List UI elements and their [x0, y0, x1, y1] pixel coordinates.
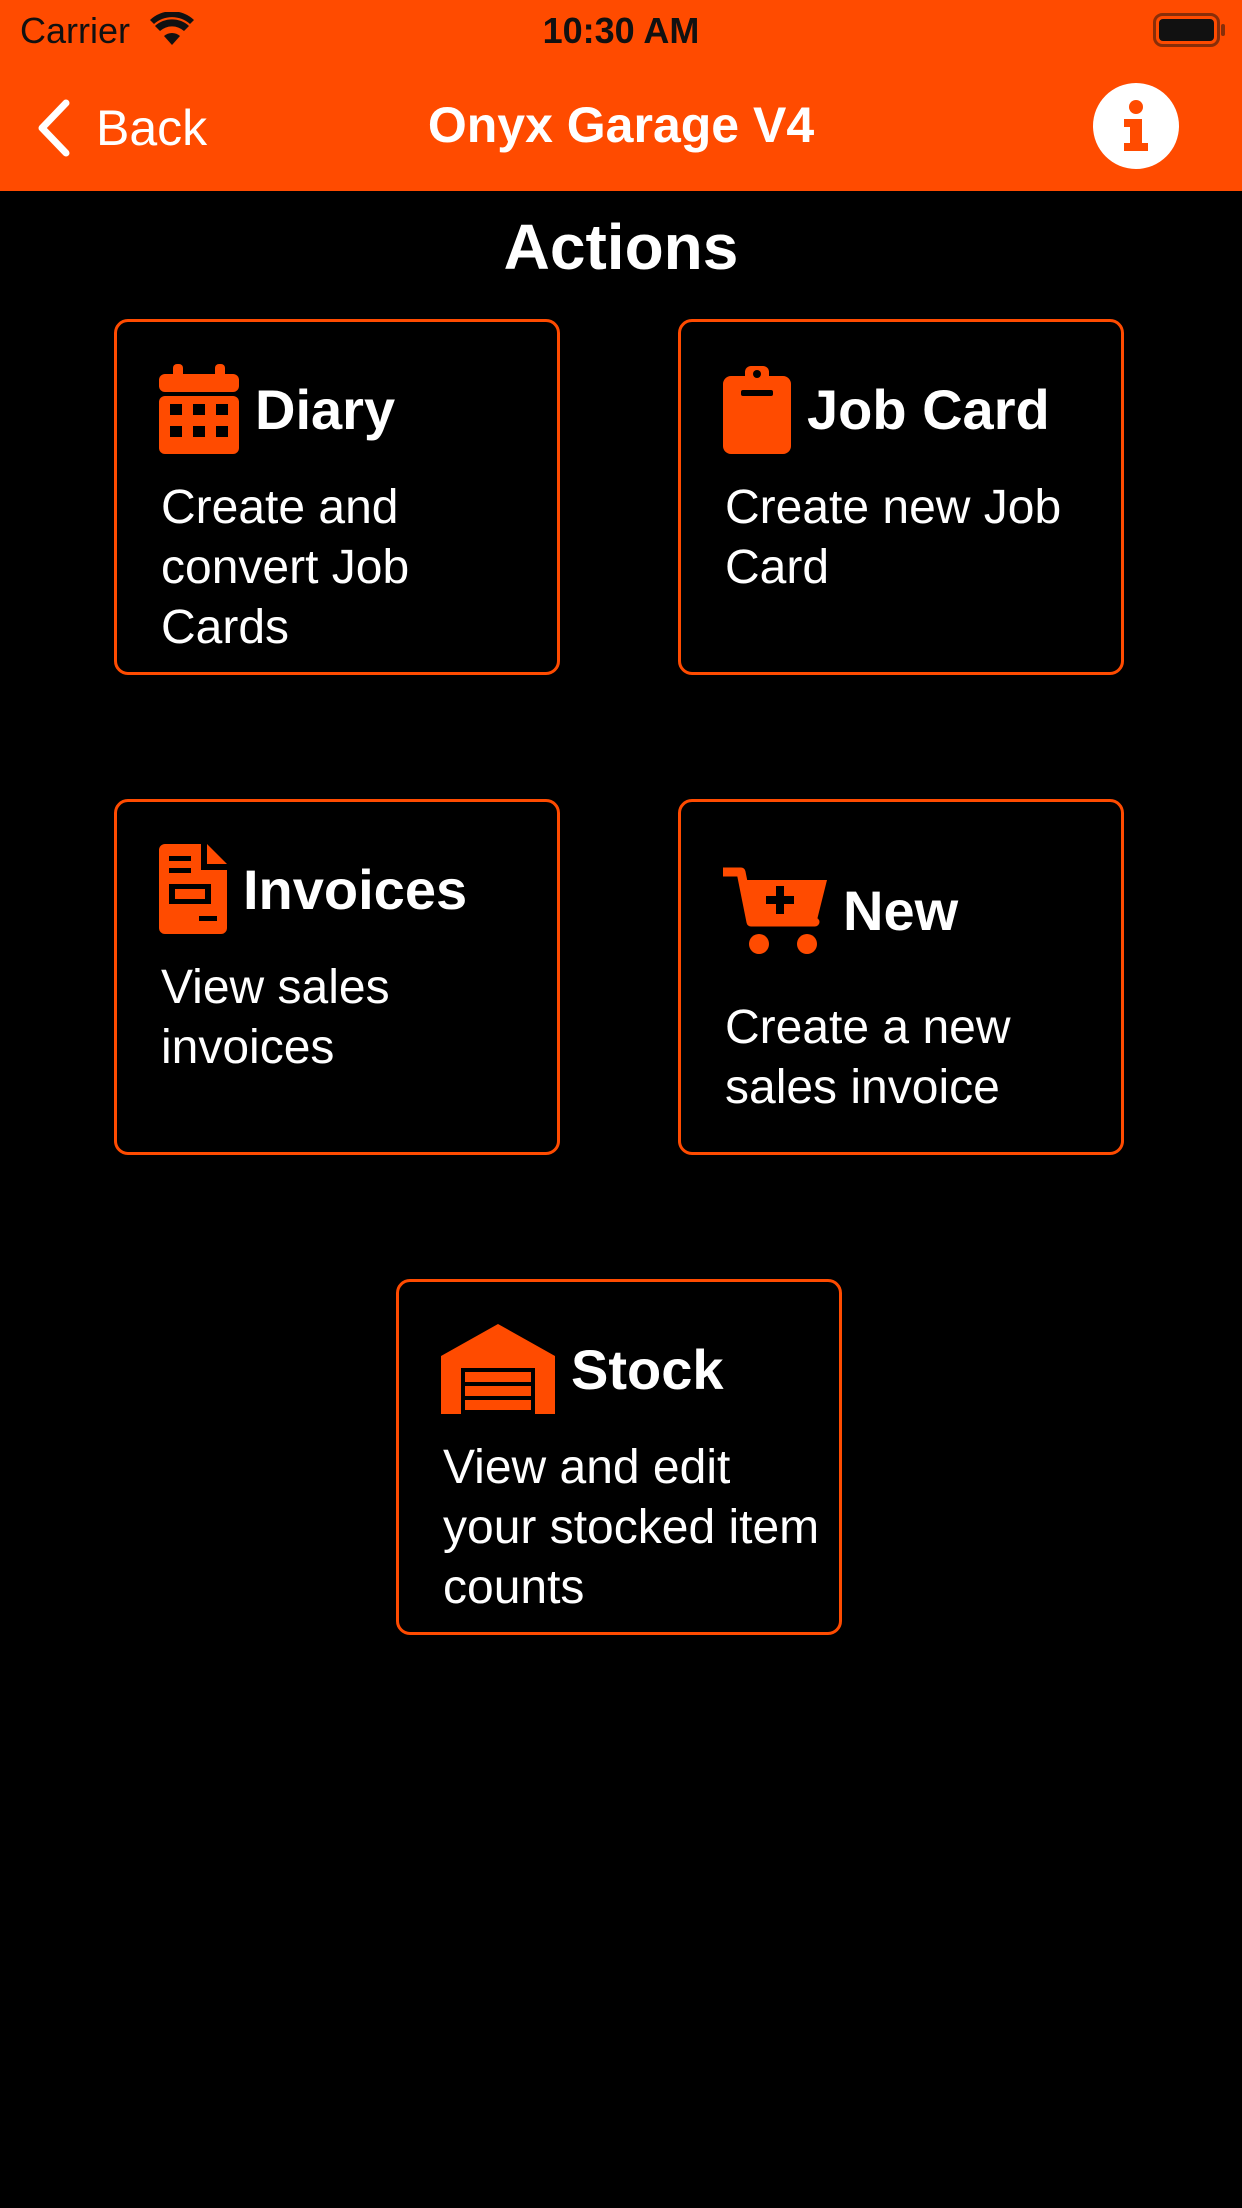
section-title: Actions: [503, 211, 739, 283]
info-button[interactable]: [1093, 83, 1179, 169]
card-description: Create a new sales invoice: [725, 1001, 1011, 1114]
card-title: Stock: [571, 1337, 724, 1401]
card-description: View and edit your stocked item counts: [443, 1441, 820, 1614]
card-description: Create and convert Job Cards: [161, 481, 410, 654]
page-title: Onyx Garage V4: [427, 97, 815, 153]
card-title: Diary: [255, 377, 396, 441]
invoices-card[interactable]: Invoices View sales invoices: [114, 799, 560, 1155]
job-card-card[interactable]: Job Card Create new Job Card: [678, 319, 1124, 675]
new-invoice-card[interactable]: New Create a new sales invoice: [678, 799, 1124, 1155]
navigation-bar: Carrier 10:30 AM Back Onyx Garage V4: [0, 0, 1242, 191]
cart-plus-icon: [723, 864, 827, 956]
card-description: Create new Job Card: [725, 481, 1062, 594]
warehouse-icon: [441, 1324, 555, 1414]
card-description: View sales invoices: [161, 961, 390, 1074]
card-title: New: [843, 878, 959, 942]
diary-card[interactable]: Diary Create and convert Job Cards: [114, 319, 560, 675]
card-title: Invoices: [243, 857, 468, 921]
invoice-document-icon: [159, 844, 227, 934]
status-bar: Carrier 10:30 AM: [0, 0, 1242, 60]
clipboard-icon: [723, 364, 791, 454]
battery-icon: [1153, 13, 1225, 47]
card-title: Job Card: [807, 377, 1050, 441]
status-time: 10:30 AM: [542, 10, 700, 51]
info-icon: [1124, 100, 1148, 151]
calendar-icon: [159, 364, 239, 454]
stock-card[interactable]: Stock View and edit your stocked item co…: [396, 1279, 842, 1635]
